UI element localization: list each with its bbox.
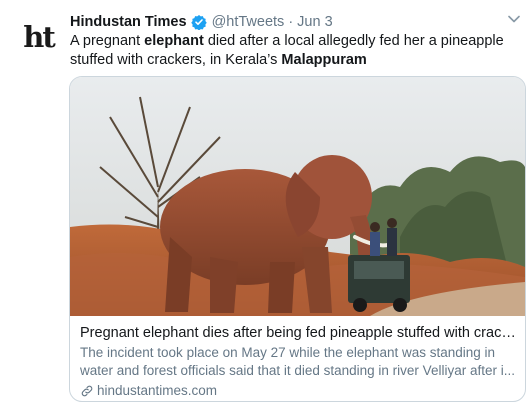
tweet-text: A pregnant elephant died after a local a…	[70, 32, 520, 70]
separator: ·	[288, 14, 294, 30]
card-title[interactable]: Pregnant elephant dies after being fed p…	[80, 324, 518, 343]
verified-badge-icon	[190, 15, 207, 30]
card-description: The incident took place on May 27 while …	[80, 345, 515, 378]
author-handle[interactable]: @htTweets	[212, 14, 285, 30]
card-image[interactable]	[70, 77, 525, 316]
tweet-header: Hindustan Times @htTweets · Jun 3	[70, 13, 333, 31]
card-domain[interactable]: hindustantimes.com	[80, 382, 518, 400]
tweet-text-keyword: elephant	[144, 33, 204, 49]
tweet-text-segment: A pregnant	[70, 33, 145, 49]
card-body[interactable]: Pregnant elephant dies after being fed p…	[80, 324, 518, 400]
elephant-photo	[70, 77, 525, 316]
link-icon	[81, 385, 93, 397]
link-card[interactable]: Pregnant elephant dies after being fed p…	[69, 76, 526, 402]
avatar-logo: ht	[23, 19, 56, 54]
chevron-down-icon[interactable]	[507, 14, 521, 24]
author-name[interactable]: Hindustan Times	[70, 14, 187, 30]
tweet-date[interactable]: Jun 3	[297, 14, 332, 30]
tweet-text-keyword: Malappuram	[281, 52, 367, 68]
card-domain-text[interactable]: hindustantimes.com	[97, 382, 217, 400]
tweet[interactable]: ht Hindustan Times @htTweets · Jun 3 A p…	[0, 0, 531, 404]
avatar[interactable]: ht	[14, 12, 63, 61]
